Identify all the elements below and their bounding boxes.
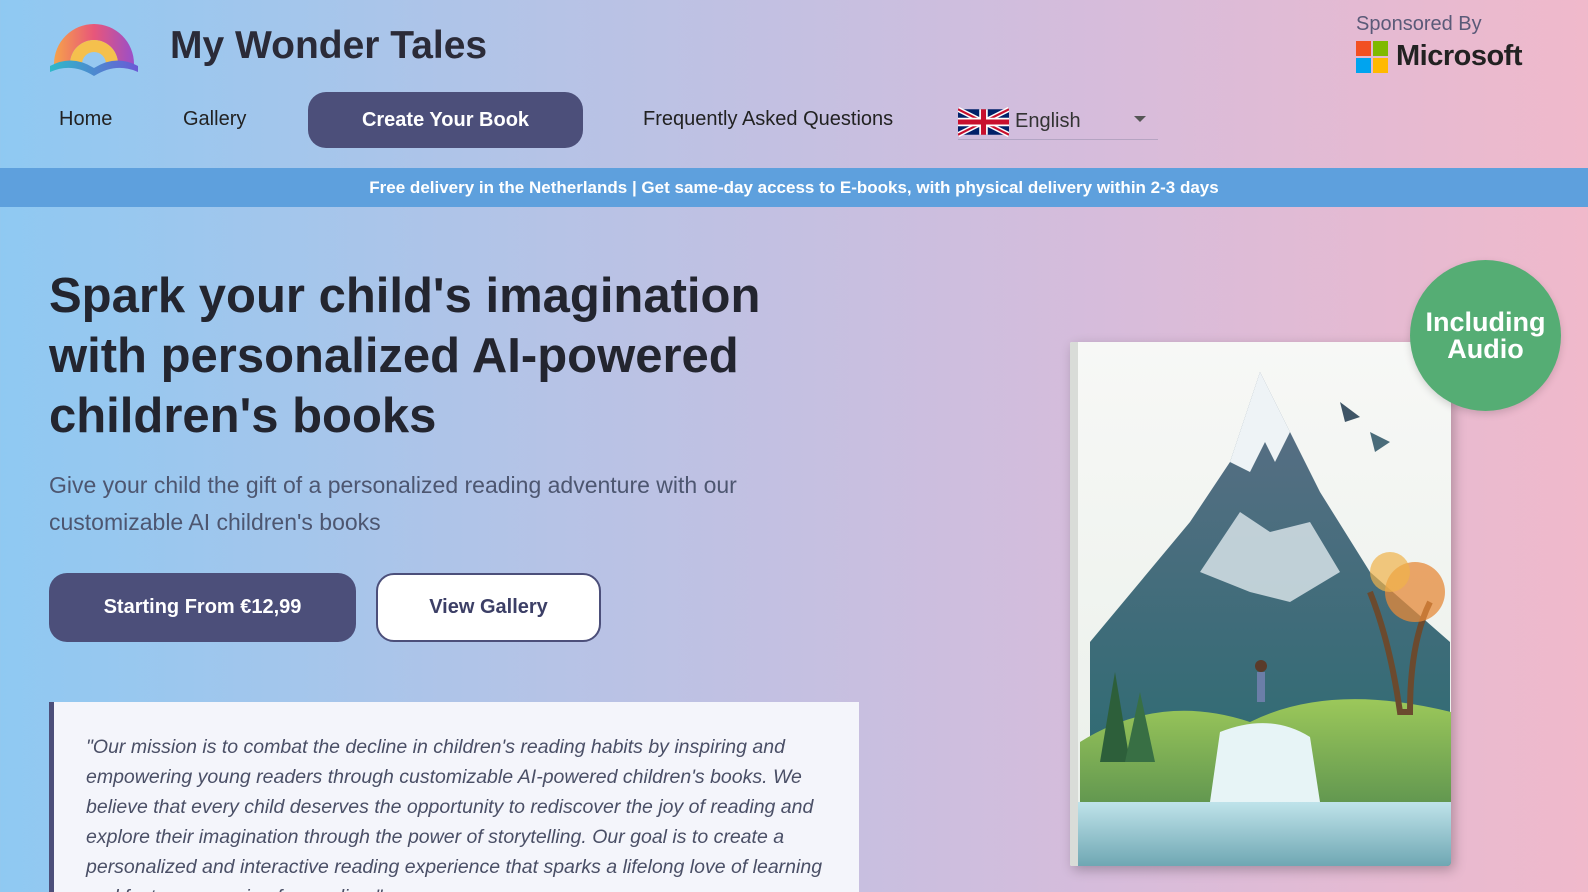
chevron-down-icon <box>1134 116 1146 122</box>
language-select[interactable]: English <box>958 104 1158 140</box>
hero-subtitle: Give your child the gift of a personaliz… <box>49 472 737 535</box>
rainbow-book-icon <box>50 24 138 76</box>
microsoft-icon <box>1356 40 1388 73</box>
nav-home[interactable]: Home <box>59 108 112 131</box>
mission-quote: "Our mission is to combat the decline in… <box>49 702 859 892</box>
book-cover-image <box>1070 342 1451 866</box>
pricing-button[interactable]: Starting From €12,99 <box>49 573 356 642</box>
badge-line2: Audio <box>1447 333 1524 364</box>
uk-flag-icon <box>958 106 1009 137</box>
hero-title: Spark your child's imagination with pers… <box>49 269 761 443</box>
badge-line1: Including <box>1425 306 1546 337</box>
nav-faq[interactable]: Frequently Asked Questions <box>643 108 893 131</box>
sponsor-name: Microsoft <box>1396 40 1523 72</box>
nav-gallery[interactable]: Gallery <box>183 108 246 131</box>
main-nav: Home Gallery Create Your Book Frequently… <box>0 92 1160 148</box>
mountain-illustration <box>1070 342 1451 866</box>
audio-badge: Including Audio <box>1410 260 1561 411</box>
delivery-banner: Free delivery in the Netherlands | Get s… <box>0 168 1588 207</box>
brand-name[interactable]: My Wonder Tales <box>170 24 487 68</box>
microsoft-logo: Microsoft <box>1356 40 1523 73</box>
sponsor-label: Sponsored By <box>1356 13 1482 35</box>
create-book-button[interactable]: Create Your Book <box>308 92 583 148</box>
mission-quote-text: "Our mission is to combat the decline in… <box>86 736 823 892</box>
brand-logo[interactable] <box>48 16 140 78</box>
view-gallery-button[interactable]: View Gallery <box>376 573 601 642</box>
language-label: English <box>1015 110 1081 132</box>
sponsor-block: Sponsored By Microsoft <box>1356 13 1523 73</box>
